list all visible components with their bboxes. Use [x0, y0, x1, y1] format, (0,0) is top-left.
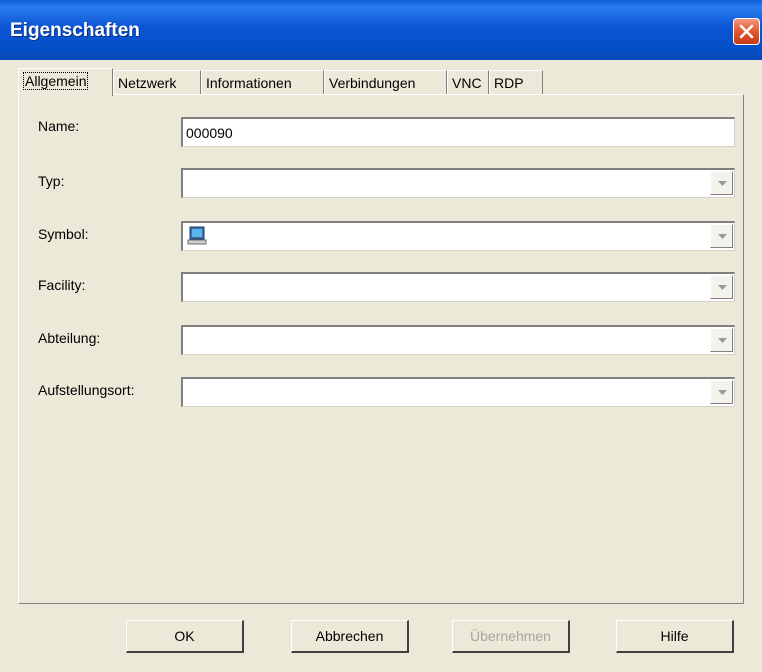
window-title: Eigenschaften [10, 20, 140, 41]
symbol-label: Symbol: [38, 226, 89, 242]
chevron-down-icon [718, 181, 727, 186]
typ-label: Typ: [38, 173, 65, 189]
abteilung-label: Abteilung: [38, 330, 101, 346]
cancel-button[interactable]: Abbrechen [291, 620, 409, 653]
help-button[interactable]: Hilfe [616, 620, 734, 653]
properties-dialog: Eigenschaften Allgemein Netzwerk Informa… [0, 0, 762, 672]
tab-netzwerk[interactable]: Netzwerk [113, 70, 201, 94]
symbol-dropdown[interactable] [181, 221, 735, 251]
tab-informationen[interactable]: Informationen [201, 70, 324, 94]
tab-label: RDP [494, 75, 524, 91]
tab-allgemein[interactable]: Allgemein [18, 68, 113, 96]
close-button[interactable] [733, 18, 760, 45]
chevron-down-icon [718, 338, 727, 343]
tab-verbindungen[interactable]: Verbindungen [324, 70, 447, 94]
name-field[interactable]: 000090 [181, 117, 735, 147]
symbol-dropdown-button[interactable] [710, 224, 733, 248]
facility-dropdown[interactable] [181, 272, 735, 302]
abteilung-dropdown[interactable] [181, 325, 735, 355]
chevron-down-icon [718, 285, 727, 290]
abteilung-dropdown-button[interactable] [710, 328, 733, 352]
name-label: Name: [38, 118, 80, 134]
aufstellungsort-dropdown[interactable] [181, 377, 735, 407]
tab-label: Verbindungen [329, 75, 416, 91]
typ-dropdown[interactable] [181, 168, 735, 198]
typ-dropdown-button[interactable] [710, 171, 733, 195]
name-value: 000090 [186, 125, 233, 141]
tab-label: Allgemein [23, 72, 89, 90]
tab-label: Netzwerk [118, 75, 177, 91]
tab-vnc[interactable]: VNC [447, 70, 489, 94]
chevron-down-icon [718, 390, 727, 395]
tab-label: VNC [452, 75, 482, 91]
aufstellungsort-label: Aufstellungsort: [38, 382, 135, 398]
facility-label: Facility: [38, 277, 86, 293]
aufstellungsort-dropdown-button[interactable] [710, 380, 733, 404]
computer-icon [187, 226, 207, 250]
title-bar[interactable]: Eigenschaften [0, 0, 762, 60]
chevron-down-icon [718, 234, 727, 239]
facility-dropdown-button[interactable] [710, 275, 733, 299]
tab-rdp[interactable]: RDP [489, 70, 543, 94]
apply-button[interactable]: Übernehmen [452, 620, 570, 653]
ok-button[interactable]: OK [126, 620, 244, 653]
tab-label: Informationen [206, 75, 292, 91]
